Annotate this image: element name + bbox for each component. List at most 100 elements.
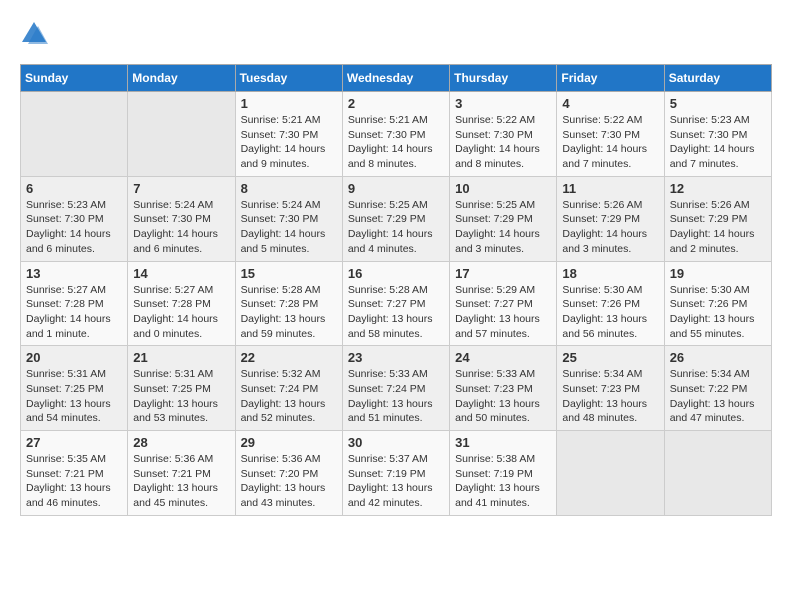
calendar-cell: 14Sunrise: 5:27 AM Sunset: 7:28 PM Dayli… (128, 261, 235, 346)
calendar-cell: 27 Sunrise: 5:35 AM Sunset: 7:21 PM Dayli… (21, 431, 128, 516)
day-number: 1 (241, 96, 337, 111)
day-number: 7 (133, 181, 229, 196)
calendar-table: SundayMondayTuesdayWednesdayThursdayFrid… (20, 64, 772, 516)
calendar-cell: 4 Sunrise: 5:22 AM Sunset: 7:30 PM Daylig… (557, 92, 664, 177)
day-number: 18 (562, 266, 658, 281)
day-number: 2 (348, 96, 444, 111)
calendar-cell: 22 Sunrise: 5:32 AM Sunset: 7:24 PM Dayli… (235, 346, 342, 431)
day-number: 26 (670, 350, 766, 365)
day-number: 20 (26, 350, 122, 365)
cell-content: Sunrise: 5:22 AM Sunset: 7:30 PM Dayligh… (455, 113, 551, 172)
day-number: 27 (26, 435, 122, 450)
day-number: 19 (670, 266, 766, 281)
day-number: 3 (455, 96, 551, 111)
calendar-cell: 26 Sunrise: 5:34 AM Sunset: 7:22 PM Dayli… (664, 346, 771, 431)
weekday-header-thursday: Thursday (450, 65, 557, 92)
calendar-cell: 9Sunrise: 5:25 AM Sunset: 7:29 PM Daylig… (342, 176, 449, 261)
day-number: 31 (455, 435, 551, 450)
cell-content: Sunrise: 5:34 AM Sunset: 7:23 PM Dayligh… (562, 367, 658, 426)
calendar-cell: 7 Sunrise: 5:24 AM Sunset: 7:30 PM Daylig… (128, 176, 235, 261)
calendar-cell: 15Sunrise: 5:28 AM Sunset: 7:28 PM Dayli… (235, 261, 342, 346)
calendar-cell: 24 Sunrise: 5:33 AM Sunset: 7:23 PM Dayli… (450, 346, 557, 431)
logo-icon (20, 20, 48, 48)
calendar-cell: 10 Sunrise: 5:25 AM Sunset: 7:29 PM Dayli… (450, 176, 557, 261)
calendar-cell: 3 Sunrise: 5:22 AM Sunset: 7:30 PM Daylig… (450, 92, 557, 177)
day-number: 9 (348, 181, 444, 196)
cell-content: Sunrise: 5:31 AM Sunset: 7:25 PM Dayligh… (26, 367, 122, 426)
weekday-header-wednesday: Wednesday (342, 65, 449, 92)
calendar-cell: 21Sunrise: 5:31 AM Sunset: 7:25 PM Dayli… (128, 346, 235, 431)
day-number: 8 (241, 181, 337, 196)
day-number: 5 (670, 96, 766, 111)
calendar-cell: 5 Sunrise: 5:23 AM Sunset: 7:30 PM Daylig… (664, 92, 771, 177)
day-number: 23 (348, 350, 444, 365)
cell-content: Sunrise: 5:30 AM Sunset: 7:26 PM Dayligh… (562, 283, 658, 342)
day-number: 6 (26, 181, 122, 196)
page-header (20, 20, 772, 48)
cell-content: Sunrise: 5:22 AM Sunset: 7:30 PM Dayligh… (562, 113, 658, 172)
cell-content: Sunrise: 5:32 AM Sunset: 7:24 PM Dayligh… (241, 367, 337, 426)
cell-content: Sunrise: 5:34 AM Sunset: 7:22 PM Dayligh… (670, 367, 766, 426)
calendar-cell (557, 431, 664, 516)
day-number: 13 (26, 266, 122, 281)
calendar-cell: 2Sunrise: 5:21 AM Sunset: 7:30 PM Daylig… (342, 92, 449, 177)
cell-content: Sunrise: 5:35 AM Sunset: 7:21 PM Dayligh… (26, 452, 122, 511)
calendar-cell (128, 92, 235, 177)
calendar-cell: 23 Sunrise: 5:33 AM Sunset: 7:24 PM Dayli… (342, 346, 449, 431)
calendar-cell: 29 Sunrise: 5:36 AM Sunset: 7:20 PM Dayli… (235, 431, 342, 516)
calendar-cell: 13 Sunrise: 5:27 AM Sunset: 7:28 PM Dayli… (21, 261, 128, 346)
day-number: 14 (133, 266, 229, 281)
cell-content: Sunrise: 5:26 AM Sunset: 7:29 PM Dayligh… (562, 198, 658, 257)
day-number: 28 (133, 435, 229, 450)
calendar-cell: 8 Sunrise: 5:24 AM Sunset: 7:30 PM Daylig… (235, 176, 342, 261)
calendar-cell: 18 Sunrise: 5:30 AM Sunset: 7:26 PM Dayli… (557, 261, 664, 346)
cell-content: Sunrise: 5:24 AM Sunset: 7:30 PM Dayligh… (241, 198, 337, 257)
cell-content: Sunrise: 5:27 AM Sunset: 7:28 PM Dayligh… (26, 283, 122, 342)
calendar-cell: 1 Sunrise: 5:21 AM Sunset: 7:30 PM Daylig… (235, 92, 342, 177)
day-number: 25 (562, 350, 658, 365)
cell-content: Sunrise: 5:36 AM Sunset: 7:21 PM Dayligh… (133, 452, 229, 511)
logo (20, 20, 52, 48)
day-number: 24 (455, 350, 551, 365)
cell-content: Sunrise: 5:23 AM Sunset: 7:30 PM Dayligh… (26, 198, 122, 257)
calendar-cell: 6 Sunrise: 5:23 AM Sunset: 7:30 PM Daylig… (21, 176, 128, 261)
calendar-cell: 20 Sunrise: 5:31 AM Sunset: 7:25 PM Dayli… (21, 346, 128, 431)
cell-content: Sunrise: 5:23 AM Sunset: 7:30 PM Dayligh… (670, 113, 766, 172)
calendar-cell: 30 Sunrise: 5:37 AM Sunset: 7:19 PM Dayli… (342, 431, 449, 516)
calendar-week-row: 13 Sunrise: 5:27 AM Sunset: 7:28 PM Dayli… (21, 261, 772, 346)
calendar-week-row: 6 Sunrise: 5:23 AM Sunset: 7:30 PM Daylig… (21, 176, 772, 261)
cell-content: Sunrise: 5:25 AM Sunset: 7:29 PM Dayligh… (455, 198, 551, 257)
calendar-cell (21, 92, 128, 177)
day-number: 11 (562, 181, 658, 196)
weekday-header-saturday: Saturday (664, 65, 771, 92)
day-number: 16 (348, 266, 444, 281)
weekday-header-tuesday: Tuesday (235, 65, 342, 92)
cell-content: Sunrise: 5:33 AM Sunset: 7:24 PM Dayligh… (348, 367, 444, 426)
day-number: 15 (241, 266, 337, 281)
weekday-header-sunday: Sunday (21, 65, 128, 92)
cell-content: Sunrise: 5:24 AM Sunset: 7:30 PM Dayligh… (133, 198, 229, 257)
calendar-cell: 31 Sunrise: 5:38 AM Sunset: 7:19 PM Dayli… (450, 431, 557, 516)
calendar-week-row: 27 Sunrise: 5:35 AM Sunset: 7:21 PM Dayli… (21, 431, 772, 516)
calendar-cell: 17Sunrise: 5:29 AM Sunset: 7:27 PM Dayli… (450, 261, 557, 346)
day-number: 22 (241, 350, 337, 365)
day-number: 29 (241, 435, 337, 450)
calendar-cell (664, 431, 771, 516)
cell-content: Sunrise: 5:21 AM Sunset: 7:30 PM Dayligh… (241, 113, 337, 172)
cell-content: Sunrise: 5:26 AM Sunset: 7:29 PM Dayligh… (670, 198, 766, 257)
calendar-cell: 28 Sunrise: 5:36 AM Sunset: 7:21 PM Dayli… (128, 431, 235, 516)
day-number: 21 (133, 350, 229, 365)
calendar-cell: 11 Sunrise: 5:26 AM Sunset: 7:29 PM Dayli… (557, 176, 664, 261)
day-number: 4 (562, 96, 658, 111)
day-number: 10 (455, 181, 551, 196)
cell-content: Sunrise: 5:36 AM Sunset: 7:20 PM Dayligh… (241, 452, 337, 511)
day-number: 30 (348, 435, 444, 450)
calendar-cell: 16Sunrise: 5:28 AM Sunset: 7:27 PM Dayli… (342, 261, 449, 346)
cell-content: Sunrise: 5:33 AM Sunset: 7:23 PM Dayligh… (455, 367, 551, 426)
day-number: 17 (455, 266, 551, 281)
cell-content: Sunrise: 5:37 AM Sunset: 7:19 PM Dayligh… (348, 452, 444, 511)
cell-content: Sunrise: 5:38 AM Sunset: 7:19 PM Dayligh… (455, 452, 551, 511)
weekday-header-monday: Monday (128, 65, 235, 92)
calendar-week-row: 1 Sunrise: 5:21 AM Sunset: 7:30 PM Daylig… (21, 92, 772, 177)
weekday-header-friday: Friday (557, 65, 664, 92)
